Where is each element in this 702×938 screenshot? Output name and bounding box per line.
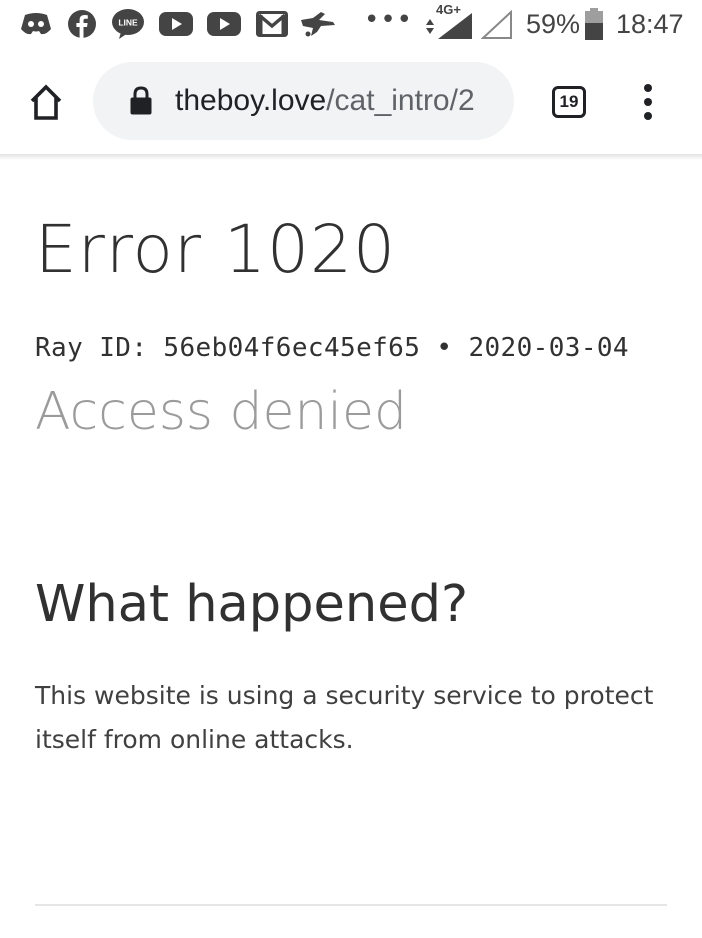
network-type-label: 4G+ [436, 2, 461, 17]
youtube-icon [158, 9, 194, 39]
discord-icon [18, 9, 54, 39]
tab-switcher-button[interactable]: 19 [552, 86, 586, 118]
home-icon [30, 84, 62, 120]
address-bar[interactable]: theboy.love/cat_intro/2 [93, 62, 514, 140]
overflow-menu-button[interactable] [632, 84, 664, 120]
sim2-signal-icon [480, 9, 514, 41]
notification-overflow: ••• [364, 5, 414, 35]
youtube-icon [206, 9, 242, 39]
more-dot-icon [644, 84, 652, 92]
battery-percent: 59% [526, 9, 581, 39]
more-dot-icon [644, 112, 652, 120]
toolbar-shadow [0, 154, 702, 160]
what-happened-heading: What happened? [35, 575, 469, 634]
battery-icon [584, 7, 604, 41]
lock-icon [130, 86, 152, 115]
access-denied-heading: Access denied [35, 382, 407, 442]
ray-id-line: Ray ID: 56eb04f6ec45ef65 • 2020-03-04 [35, 333, 629, 363]
screen: LINE ••• 4G+ 59% 18:47 theboy.love/cat_i… [0, 0, 702, 938]
line-icon: LINE [110, 9, 146, 39]
section-divider [35, 904, 667, 906]
gmail-icon [254, 9, 290, 39]
url-path: /cat_intro/2 [326, 84, 475, 117]
url-domain: theboy.love [175, 84, 327, 117]
error-title: Error 1020 [35, 211, 396, 288]
facebook-icon [66, 9, 98, 39]
bird-app-icon [298, 9, 338, 39]
url-text: theboy.love/cat_intro/2 [175, 83, 475, 119]
explanation-text: This website is using a security service… [35, 681, 654, 754]
svg-text:LINE: LINE [118, 18, 138, 28]
more-dot-icon [644, 98, 652, 106]
tab-count: 19 [559, 92, 579, 111]
status-bar: LINE ••• 4G+ 59% 18:47 [0, 0, 702, 50]
home-button[interactable] [22, 80, 70, 124]
clock: 18:47 [616, 9, 684, 39]
